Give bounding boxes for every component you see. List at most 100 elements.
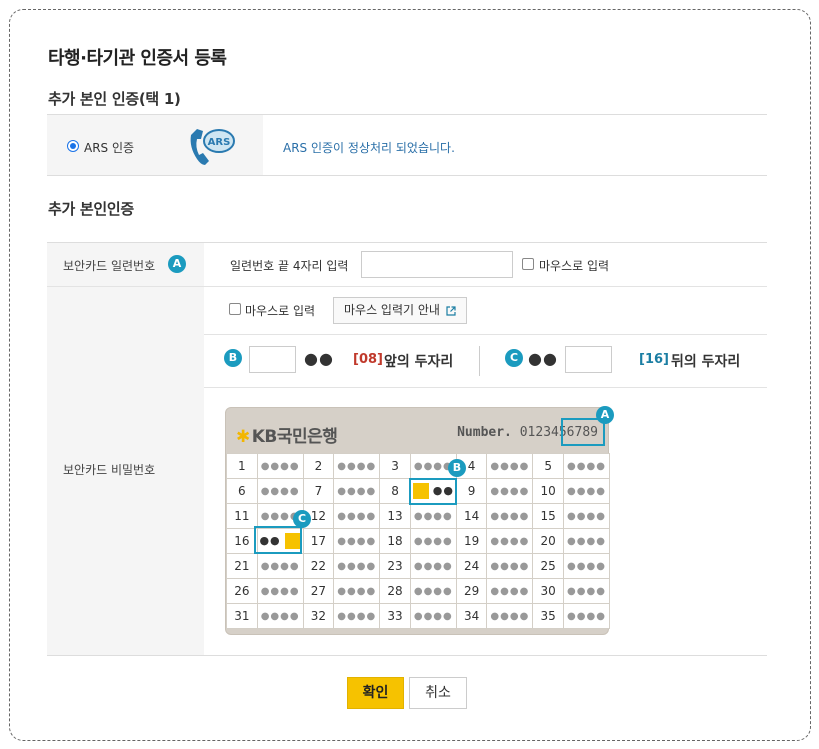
card-cell-number: 22 bbox=[302, 553, 335, 579]
card-cell-number: 11 bbox=[226, 503, 258, 529]
card-cell-number: 25 bbox=[532, 553, 565, 579]
card-cell-number: 20 bbox=[532, 528, 565, 554]
row-divider bbox=[47, 286, 767, 287]
card-cell-number: 33 bbox=[379, 603, 411, 629]
ars-section-heading: 추가 본인 인증(택 1) bbox=[48, 90, 181, 108]
security-card-table: 보안카드 일련번호 A 일련번호 끝 4자리 입력 마우스로 입력 보안카드 비… bbox=[47, 242, 767, 656]
cancel-button[interactable]: 취소 bbox=[409, 677, 467, 709]
kb-bank-name: KB국민은행 bbox=[251, 427, 338, 447]
serial-prompt: 일련번호 끝 4자리 입력 bbox=[230, 259, 349, 273]
serial-badge-a: A bbox=[168, 255, 186, 273]
b-c-divider bbox=[479, 346, 480, 376]
serial-number-label: 보안카드 일련번호 bbox=[63, 259, 156, 273]
table-header-column bbox=[47, 243, 204, 655]
card-cell-code: ●●●● bbox=[563, 553, 610, 579]
card-cell-code: ●●●● bbox=[486, 528, 534, 554]
card-cell-code: ●●●● bbox=[563, 453, 610, 479]
ars-option-label[interactable]: ARS 인증 bbox=[84, 139, 134, 156]
card-cell-number: 26 bbox=[226, 578, 258, 604]
b-index: [08] bbox=[353, 352, 383, 367]
c-badge: C bbox=[505, 349, 523, 367]
card-cell-number: 34 bbox=[455, 603, 488, 629]
card-cell-number: 24 bbox=[455, 553, 488, 579]
card-cell-code: ●●●● bbox=[563, 603, 610, 629]
card-badge-a: A bbox=[596, 406, 614, 424]
card-cell-number: 3 bbox=[379, 453, 411, 479]
b-badge: B bbox=[224, 349, 242, 367]
card-cell-code: ●●●● bbox=[256, 603, 304, 629]
card-cell-number: 31 bbox=[226, 603, 258, 629]
card-password-label: 보안카드 비밀번호 bbox=[63, 463, 156, 477]
card-cell-number: 15 bbox=[532, 503, 565, 529]
phone-ars-icon: ARS bbox=[190, 129, 235, 165]
confirm-button[interactable]: 확인 bbox=[347, 677, 404, 709]
mouse-guide-button[interactable]: 마우스 입력기 안내 bbox=[333, 297, 467, 324]
card-cell-number: 14 bbox=[455, 503, 488, 529]
card-grid-row: 21 ●●●● 22 ●●●● 23 ●●●● 24 ●●●● 25 ●●●● bbox=[226, 553, 610, 579]
card-cell-number: 5 bbox=[532, 453, 565, 479]
card-cell-code: ●●●● bbox=[409, 578, 457, 604]
card-cell-number: 8 bbox=[379, 478, 411, 504]
card-header: ✱ KB국민은행 Number. 0123456789 bbox=[226, 408, 608, 454]
card-grid-row: 11 ●●●● 12 ●●●● 13 ●●●● 14 ●●●● 15 ●●●● bbox=[226, 503, 610, 529]
card-cell-code: ●●●● bbox=[333, 603, 381, 629]
c-masked-dots: ●● bbox=[528, 349, 558, 368]
b-digits-input[interactable] bbox=[249, 346, 296, 373]
card-cell-code: ●●●● bbox=[409, 528, 457, 554]
row-divider bbox=[204, 387, 767, 388]
ars-radio-button[interactable] bbox=[67, 140, 79, 152]
card-cell-code: ●●●● bbox=[563, 503, 610, 529]
password-mouse-checkbox[interactable] bbox=[229, 303, 241, 315]
card-cell-number: 21 bbox=[226, 553, 258, 579]
card-cell-code: ●●●● bbox=[486, 478, 534, 504]
card-cell-number: 30 bbox=[532, 578, 565, 604]
card-cell-number: 7 bbox=[302, 478, 335, 504]
card-cell-code: ●●●● bbox=[563, 578, 610, 604]
card-grid-row: 26 ●●●● 27 ●●●● 28 ●●●● 29 ●●●● 30 ●●●● bbox=[226, 578, 610, 604]
b-description: 앞의 두자리 bbox=[384, 354, 454, 370]
highlight-b bbox=[409, 478, 457, 505]
ars-icon-text: ARS bbox=[208, 137, 231, 148]
card-cell-number: 6 bbox=[226, 478, 258, 504]
card-cell-code: ●●●● bbox=[256, 578, 304, 604]
password-mouse-label[interactable]: 마우스로 입력 bbox=[245, 302, 315, 319]
kb-bank-logo: ✱ KB국민은행 bbox=[236, 422, 338, 447]
card-cell-code: ●●●● bbox=[333, 553, 381, 579]
card-cell-code: ●●●● bbox=[486, 603, 534, 629]
card-cell-code: ●●●● bbox=[486, 503, 534, 529]
card-cell-code: ●●●● bbox=[563, 478, 610, 504]
mouse-guide-label: 마우스 입력기 안내 bbox=[344, 303, 440, 317]
card-cell-code: ●●●● bbox=[256, 453, 304, 479]
c-description: 뒤의 두자리 bbox=[671, 354, 741, 370]
page-title: 타행·타기관 인증서 등록 bbox=[48, 48, 227, 69]
security-section-heading: 추가 본인인증 bbox=[48, 200, 134, 218]
card-cell-number: 2 bbox=[302, 453, 335, 479]
card-cell-code: ●●●● bbox=[333, 478, 381, 504]
card-grid-row: 1 ●●●● 2 ●●●● 3 ●●●● 4 ●●●● 5 ●●●● bbox=[226, 453, 610, 479]
card-cell-number: 32 bbox=[302, 603, 335, 629]
card-cell-number: 19 bbox=[455, 528, 488, 554]
ars-status-message: ARS 인증이 정상처리 되었습니다. bbox=[283, 141, 455, 155]
card-cell-number: 29 bbox=[455, 578, 488, 604]
card-cell-code: ●●●● bbox=[409, 503, 457, 529]
kb-star-icon: ✱ bbox=[236, 427, 250, 447]
card-cell-code: ●●●● bbox=[486, 453, 534, 479]
highlight-a bbox=[561, 418, 605, 446]
card-cell-number: 16 bbox=[226, 528, 258, 554]
c-digits-input[interactable] bbox=[565, 346, 612, 373]
ars-option-box: ARS 인증 ARS ARS 인증이 정상처리 되었습니다. bbox=[47, 114, 767, 176]
card-cell-code: ●●●● bbox=[486, 578, 534, 604]
serial-mouse-checkbox[interactable] bbox=[522, 258, 534, 270]
b-masked-dots: ●● bbox=[304, 349, 334, 368]
serial-mouse-label[interactable]: 마우스로 입력 bbox=[539, 257, 609, 274]
card-cell-number: 27 bbox=[302, 578, 335, 604]
serial-input[interactable] bbox=[361, 251, 513, 278]
card-cell-code: ●●●● bbox=[563, 528, 610, 554]
card-cell-code: ●●●● bbox=[256, 553, 304, 579]
card-cell-number: 35 bbox=[532, 603, 565, 629]
security-card-image: ✱ KB국민은행 Number. 0123456789 1 ●●●● 2 ●●●● 3 ●●… bbox=[225, 406, 614, 635]
card-cell-code: ●●●● bbox=[333, 453, 381, 479]
card-cell-code: ●●●● bbox=[256, 478, 304, 504]
card-cell-number: 9 bbox=[455, 478, 488, 504]
row-divider bbox=[204, 334, 767, 335]
